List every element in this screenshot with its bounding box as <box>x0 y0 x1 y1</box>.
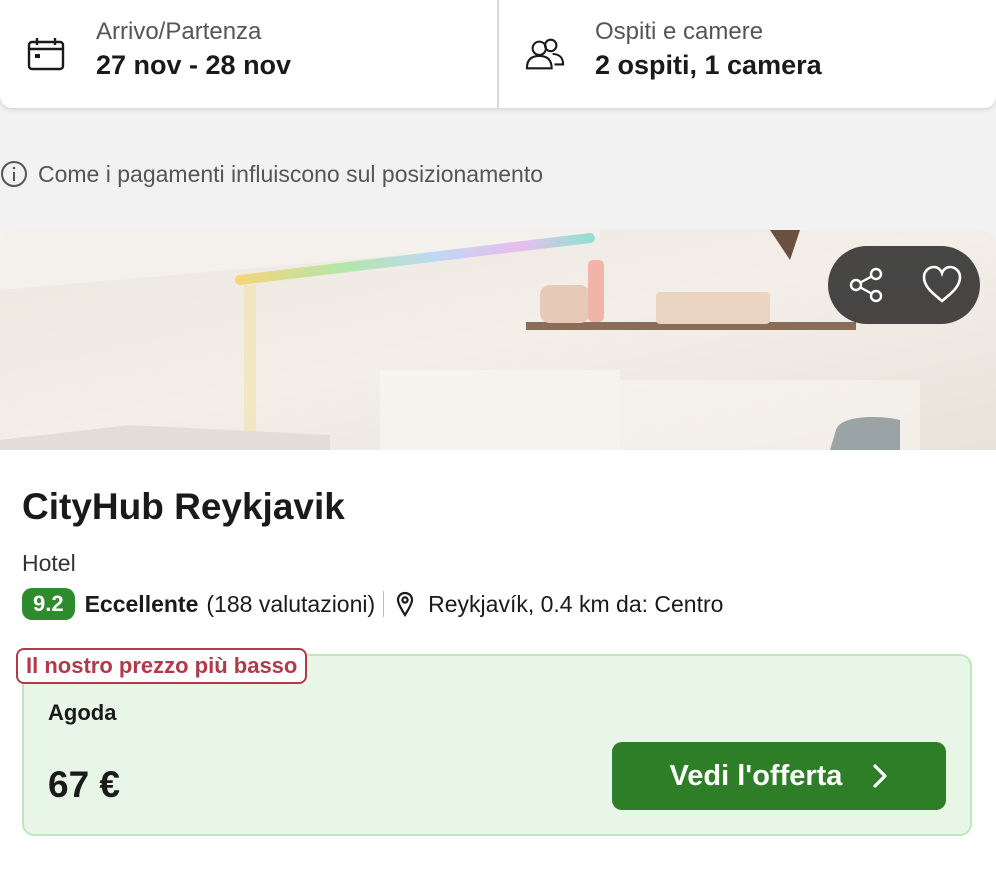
view-offer-label: Vedi l'offerta <box>669 759 843 792</box>
location-text: Reykjavík, 0.4 km da: Centro <box>428 590 724 617</box>
heart-icon[interactable] <box>914 257 970 313</box>
calendar-icon <box>26 34 66 74</box>
payments-info-text: Come i pagamenti influiscono sul posizio… <box>38 160 544 187</box>
chevron-right-icon <box>872 763 888 789</box>
hotel-photo[interactable] <box>0 230 996 450</box>
score-badge: 9.2 <box>22 588 75 620</box>
offer-provider: Agoda <box>48 700 117 725</box>
hotel-name[interactable]: CityHub Reykjavik <box>22 486 345 528</box>
separator <box>383 591 385 617</box>
info-icon <box>0 160 28 188</box>
dates-field[interactable]: Arrivo/Partenza 27 nov - 28 nov <box>0 0 499 108</box>
guests-field[interactable]: Ospiti e camere 2 ospiti, 1 camera <box>499 0 996 108</box>
payments-info-link[interactable]: Come i pagamenti influiscono sul posizio… <box>0 160 543 188</box>
location-pin-icon <box>396 591 414 617</box>
guests-label: Ospiti e camere <box>595 18 764 45</box>
dates-label: Arrivo/Partenza <box>96 18 262 45</box>
photo-actions <box>828 246 980 324</box>
review-count: (188 valutazioni) <box>206 590 376 617</box>
dates-value: 27 nov - 28 nov <box>96 50 292 80</box>
rating-row: 9.2 Eccellente (188 valutazioni) Reykjav… <box>22 588 723 620</box>
share-icon[interactable] <box>838 257 894 313</box>
search-bar: Arrivo/Partenza 27 nov - 28 nov Ospiti e… <box>0 0 996 108</box>
view-offer-button[interactable]: Vedi l'offerta <box>612 742 946 810</box>
hotel-type: Hotel <box>22 550 76 576</box>
users-icon <box>525 34 565 74</box>
guests-value: 2 ospiti, 1 camera <box>595 50 822 80</box>
offer-price: 67 € <box>48 764 121 805</box>
lowest-price-badge: Il nostro prezzo più basso <box>16 648 308 684</box>
rating-word: Eccellente <box>84 590 199 617</box>
